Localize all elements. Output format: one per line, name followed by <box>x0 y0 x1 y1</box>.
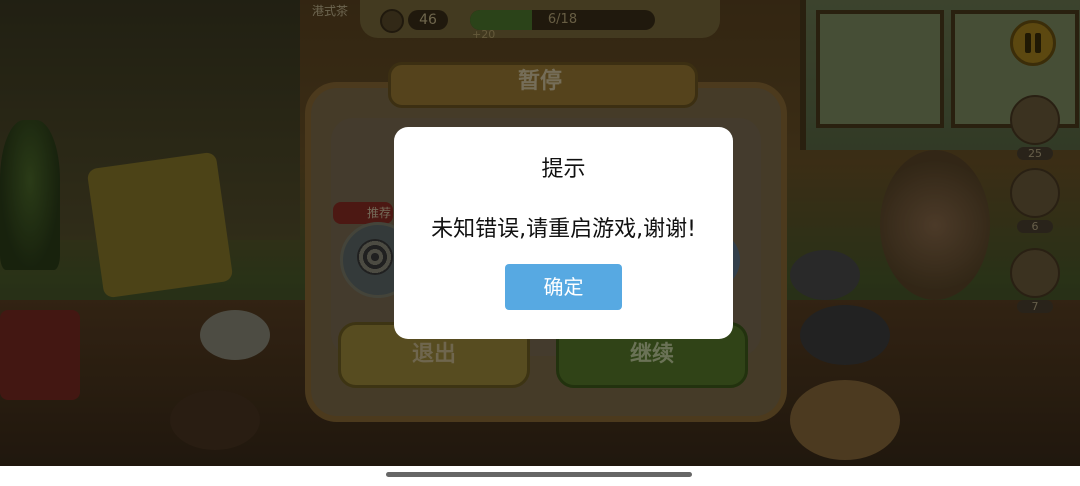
confirm-button[interactable]: 确定 <box>505 264 622 310</box>
dialog-message: 未知错误,请重启游戏,谢谢! <box>431 217 696 242</box>
home-indicator[interactable] <box>386 472 692 477</box>
dialog-title: 提示 <box>541 157 586 182</box>
error-dialog: 提示 未知错误,请重启游戏,谢谢! 确定 <box>394 127 733 339</box>
system-navigation-bar <box>0 466 1080 486</box>
